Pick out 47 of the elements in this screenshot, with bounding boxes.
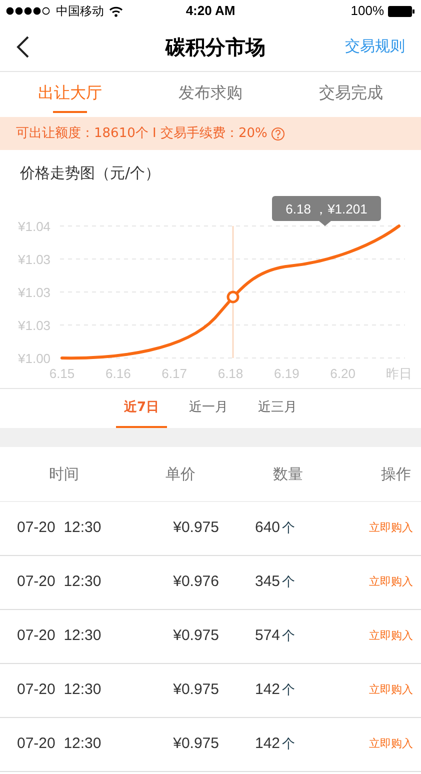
unit-label: 个 <box>282 520 296 538</box>
carrier-name: 中国移动 <box>56 3 104 20</box>
clock-time: 4:20 AM <box>186 2 236 20</box>
table-cell-text: ¥0.975 <box>172 518 220 538</box>
buy-link[interactable]: 立即购入 <box>343 682 421 699</box>
table-cell-text: ¥0.975 <box>172 734 220 754</box>
chart-title: 价格走势图（元/个） <box>20 164 160 182</box>
tab[interactable]: 交易完成 <box>280 72 421 117</box>
buy-link[interactable]: 立即购入 <box>343 520 421 537</box>
table-cell-text: 07-20 12:30 <box>16 518 102 538</box>
table-cell-text: 07-20 12:30 <box>16 734 102 754</box>
buy-link[interactable]: 立即购入 <box>343 574 421 591</box>
signal-icon <box>6 7 51 15</box>
back-icon <box>16 34 30 58</box>
tab[interactable]: 发布求购 <box>140 72 281 117</box>
column-header: 时间 <box>48 464 80 485</box>
unit-label: 个 <box>282 628 296 646</box>
table-cell-text: 07-20 12:30 <box>16 680 102 700</box>
table-cell-text: 142 <box>255 680 280 700</box>
table-cell-text: 07-20 12:30 <box>16 626 102 646</box>
buy-link[interactable]: 立即购入 <box>343 736 421 753</box>
table-cell-text: 345 <box>255 572 280 592</box>
unit-label: 个 <box>282 574 296 592</box>
table-cell-text: 07-20 12:30 <box>16 572 102 592</box>
rules-link[interactable]: 交易规则 <box>345 35 405 58</box>
column-header: 数量 <box>272 464 304 485</box>
table-cell-text: ¥0.975 <box>172 626 220 646</box>
range-tab[interactable]: 近三月 <box>250 389 306 428</box>
table-cell-text: ¥0.976 <box>172 572 220 592</box>
unit-label: 个 <box>282 736 296 754</box>
battery-icon <box>388 6 415 16</box>
column-header: 操作 <box>380 464 412 485</box>
notice-text: 可出让额度：18610个 I 交易手续费：20% <box>16 124 268 143</box>
unit-label: 个 <box>282 682 296 700</box>
wifi-icon <box>109 6 123 16</box>
range-tab[interactable]: 近一月 <box>181 389 236 428</box>
tab[interactable]: 出让大厅 <box>0 72 140 117</box>
page-title: 碳积分市场 <box>164 34 266 60</box>
column-header: 单价 <box>164 464 196 485</box>
buy-link[interactable]: 立即购入 <box>343 628 421 645</box>
battery-percent: 100% <box>350 2 384 20</box>
table-cell-text: 574 <box>255 626 280 646</box>
table-cell-text: 640 <box>255 518 280 538</box>
help-icon <box>271 126 286 140</box>
table-cell-text: 142 <box>255 734 280 754</box>
tooltip-text: 6.18 ，¥1.201 <box>286 202 368 216</box>
table-cell-text: ¥0.975 <box>172 680 220 700</box>
